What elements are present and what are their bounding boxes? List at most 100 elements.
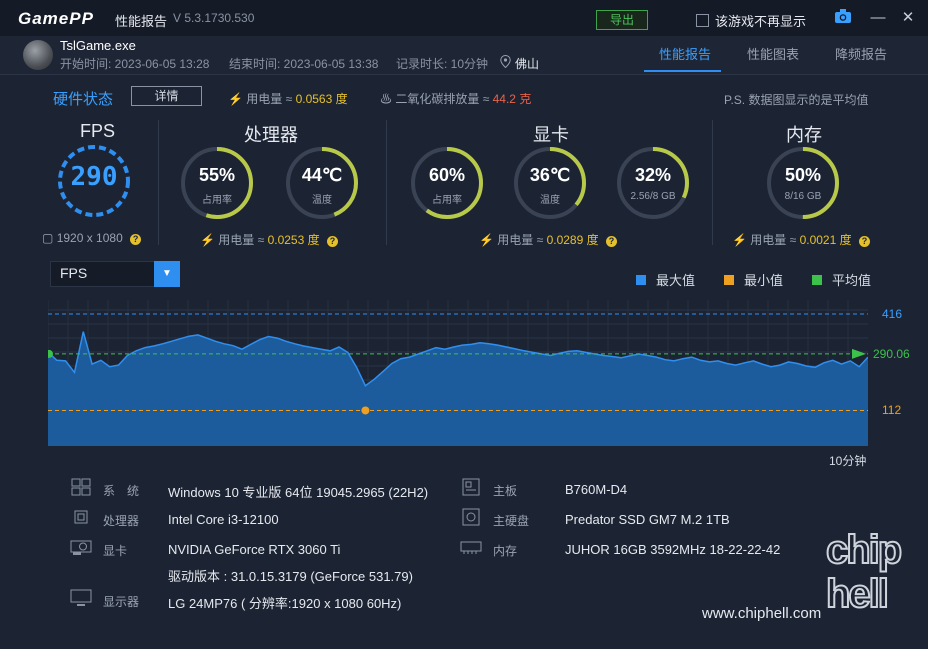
watermark-url: www.chiphell.com — [702, 605, 822, 622]
max-label: 416 — [882, 306, 903, 321]
legend-avg: 平均值 — [812, 270, 871, 289]
cpu-temp-gauge: 44℃ 温度 — [284, 145, 360, 221]
legend-label: 最大值 — [656, 273, 696, 288]
app-version: V 5.3.1730.530 — [173, 11, 255, 25]
export-button[interactable]: 导出 — [596, 10, 648, 30]
tab-throttle-report[interactable]: 降频报告 — [835, 44, 887, 63]
gpu-vram-value: 32% — [634, 165, 672, 185]
avg-label: 290.06 — [873, 346, 910, 361]
power-icon: ⚡ — [479, 233, 494, 247]
fps-value: 290 — [70, 162, 118, 192]
disk-value: Predator SSD GM7 M.2 1TB — [565, 512, 730, 527]
cpu-usage-label: 占用率 — [202, 195, 232, 206]
power-icon: ⚡ — [200, 233, 215, 247]
memory-power-value: 0.0021 度 — [799, 233, 852, 247]
cpu-temp-label: 温度 — [312, 195, 332, 206]
chevron-down-icon[interactable]: ▼ — [154, 261, 180, 287]
legend-swatch — [812, 274, 822, 285]
gpu-vram-label: 2.56/8 GB — [630, 191, 676, 202]
min-marker — [361, 406, 370, 415]
memory-icon — [460, 538, 482, 556]
chiphell-logo: chip hell — [825, 527, 903, 617]
gpu-temp-label: 温度 — [540, 195, 560, 206]
memory-usage-gauge: 50% 8/16 GB — [765, 145, 841, 221]
memory-power-label: 用电量 ≈ — [750, 233, 797, 247]
gpu-title: 显卡 — [533, 125, 569, 145]
memory-value: JUHOR 16GB 3592MHz 18-22-22-42 — [565, 542, 781, 557]
app-logo: GamePP — [18, 9, 94, 28]
cpu-temp-value: 44℃ — [301, 165, 343, 185]
hardware-status-title: 硬件状态 — [53, 91, 114, 108]
legend-label: 平均值 — [832, 273, 872, 288]
memory-usage-label: 8/16 GB — [784, 191, 822, 202]
cpu-usage-value: 55% — [198, 165, 236, 185]
dont-show-again-checkbox[interactable]: 该游戏不再显示 — [696, 11, 806, 30]
cpu-usage-gauge: 55% 占用率 — [179, 145, 255, 221]
cpu-icon — [70, 508, 92, 526]
window-title: 性能报告 — [115, 14, 168, 29]
close-icon[interactable]: ✕ — [898, 8, 918, 28]
os-value: Windows 10 专业版 64位 19045.2965 (22H2) — [168, 485, 429, 500]
legend-min: 最小值 — [724, 270, 783, 289]
gpu-temp-gauge: 36℃ 温度 — [512, 145, 588, 221]
gpu-usage-value: 60% — [428, 165, 466, 185]
gpu-value: NVIDIA GeForce RTX 3060 Ti — [168, 542, 341, 557]
help-icon[interactable]: ? — [130, 234, 142, 245]
memory-power: ⚡ 用电量 ≈ 0.0021 度 ? — [732, 231, 870, 248]
memory-title: 内存 — [786, 125, 822, 145]
resolution: ▢ 1920 x 1080 ? — [42, 231, 142, 245]
divider — [712, 120, 713, 245]
legend-swatch — [724, 274, 734, 285]
help-icon[interactable]: ? — [858, 236, 870, 247]
end-time: 结束时间: 2023-06-05 13:38 — [229, 57, 379, 71]
cpu-power: ⚡ 用电量 ≈ 0.0253 度 ? — [200, 231, 338, 248]
camera-icon[interactable] — [833, 8, 853, 28]
cpu-value: Intel Core i3-12100 — [168, 512, 279, 527]
co2-label: 二氧化碳排放量 ≈ — [395, 92, 490, 106]
power-icon: ⚡ — [228, 92, 243, 106]
os-label: 系 统 — [103, 484, 140, 498]
cpu-power-value: 0.0253 度 — [267, 233, 320, 247]
resolution-icon: ▢ — [42, 231, 54, 245]
monitor-value: LG 24MP76 ( 分辨率:1920 x 1080 60Hz) — [168, 596, 402, 611]
min-label: 112 — [882, 403, 902, 418]
minimize-icon[interactable]: — — [868, 8, 888, 28]
gpu-power-value: 0.0289 度 — [546, 233, 599, 247]
tab-performance-chart[interactable]: 性能图表 — [747, 44, 799, 63]
gpu-usage-label: 占用率 — [432, 195, 462, 206]
x-axis-label: 10分钟 — [829, 454, 867, 468]
detail-button[interactable]: 详情 — [131, 86, 202, 106]
gpu-usage-gauge: 60% 占用率 — [409, 145, 485, 221]
resolution-value: 1920 x 1080 — [56, 231, 123, 245]
driver-version: 驱动版本 : 31.0.15.3179 (GeForce 531.79) — [168, 569, 413, 584]
disk-label: 主硬盘 — [493, 514, 530, 528]
fps-title: FPS — [80, 121, 116, 141]
total-power: ⚡ 用电量 ≈ 0.0563 度 — [228, 90, 348, 107]
record-duration: 记录时长: 10分钟 — [396, 57, 489, 71]
power-icon: ⚡ — [732, 233, 747, 247]
tab-performance-report[interactable]: 性能报告 — [659, 44, 711, 63]
location-pin-icon — [500, 54, 511, 71]
co2-emission: ♨ 二氧化碳排放量 ≈ 44.2 克 — [380, 90, 531, 107]
windows-icon — [70, 478, 92, 496]
dont-show-again-label: 该游戏不再显示 — [715, 14, 807, 29]
checkbox-box[interactable] — [696, 14, 709, 27]
disk-icon — [460, 508, 482, 526]
legend-label: 最小值 — [744, 273, 784, 288]
active-tab-indicator — [644, 70, 721, 72]
start-time: 开始时间: 2023-06-05 13:28 — [60, 57, 210, 71]
legend-max: 最大值 — [636, 270, 695, 289]
power-value: 0.0563 度 — [295, 92, 348, 106]
monitor-icon — [70, 589, 92, 607]
motherboard-icon — [460, 478, 482, 496]
motherboard-value: B760M-D4 — [565, 482, 628, 497]
divider — [386, 120, 387, 245]
cpu-label: 处理器 — [103, 514, 140, 528]
help-icon[interactable]: ? — [605, 236, 617, 247]
help-icon[interactable]: ? — [326, 236, 338, 247]
legend-swatch — [636, 274, 646, 285]
gpu-power: ⚡ 用电量 ≈ 0.0289 度 ? — [479, 231, 617, 248]
divider — [158, 120, 159, 245]
game-avatar — [23, 40, 53, 70]
memory-label: 内存 — [493, 544, 518, 558]
